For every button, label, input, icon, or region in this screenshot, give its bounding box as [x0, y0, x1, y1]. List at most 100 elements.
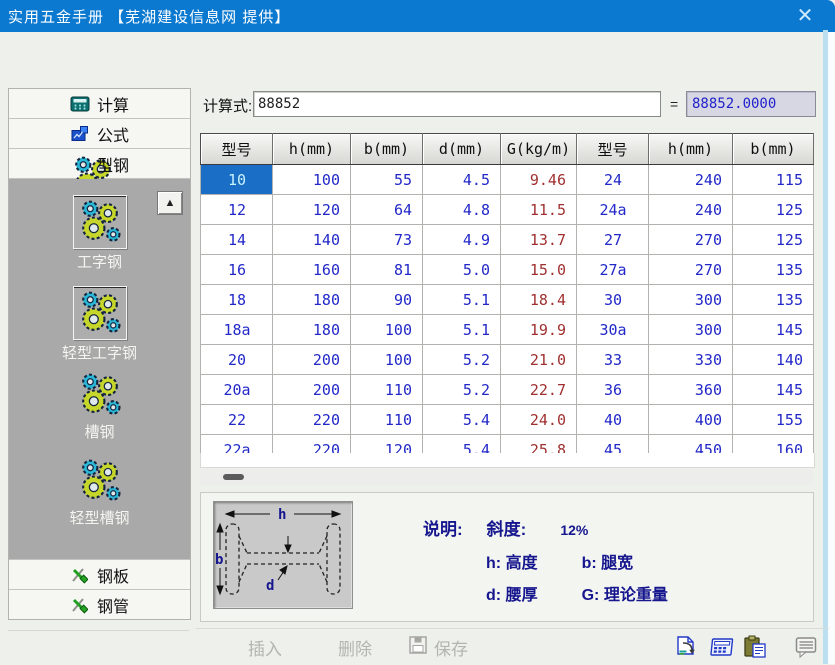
shape-item-label: 轻型工字钢 [9, 342, 190, 363]
table-cell[interactable]: 135 [733, 255, 814, 285]
table-cell[interactable]: 4.8 [423, 195, 501, 225]
table-cell[interactable]: 160 [273, 255, 351, 285]
table-cell[interactable]: 400 [649, 405, 733, 435]
table-cell[interactable]: 100 [351, 345, 423, 375]
sidebar-item-steel-pipe[interactable]: 钢管 [9, 590, 190, 619]
table-cell[interactable]: 33 [577, 345, 649, 375]
table-cell[interactable]: 125 [733, 195, 814, 225]
shape-item-channel-steel[interactable]: 槽钢 [9, 371, 190, 442]
scrollbar-thumb[interactable] [223, 474, 244, 480]
table-cell[interactable]: 110 [351, 375, 423, 405]
table-cell[interactable]: 100 [273, 165, 351, 195]
table-cell[interactable]: 18 [201, 285, 273, 315]
table-cell[interactable]: 180 [273, 315, 351, 345]
table-cell[interactable]: 16 [201, 255, 273, 285]
table-cell[interactable]: 4.9 [423, 225, 501, 255]
table-cell[interactable]: 5.4 [423, 405, 501, 435]
table-cell[interactable]: 64 [351, 195, 423, 225]
table-cell[interactable]: 5.1 [423, 315, 501, 345]
comment-icon[interactable] [794, 635, 819, 659]
table-cell[interactable]: 40 [577, 405, 649, 435]
table-cell[interactable]: 24 [577, 165, 649, 195]
table-cell[interactable]: 20 [201, 345, 273, 375]
table-cell[interactable]: 115 [733, 165, 814, 195]
table-cell[interactable]: 14 [201, 225, 273, 255]
table-cell[interactable]: 5.2 [423, 345, 501, 375]
table-cell[interactable]: 4.5 [423, 165, 501, 195]
table-row: 18a1801005.119.930a300145 [201, 315, 814, 345]
table-cell[interactable]: 300 [649, 315, 733, 345]
table-cell[interactable]: 5.1 [423, 285, 501, 315]
delete-button[interactable]: 删除 [338, 635, 372, 660]
table-cell[interactable]: 200 [273, 345, 351, 375]
sidebar-item-section-steel[interactable]: 型钢 [9, 149, 190, 179]
table-cell[interactable]: 330 [649, 345, 733, 375]
table-cell[interactable]: 27 [577, 225, 649, 255]
paste-icon[interactable] [743, 635, 768, 659]
table-cell[interactable]: 155 [733, 405, 814, 435]
table-cell[interactable]: 100 [351, 315, 423, 345]
table-cell[interactable]: 9.46 [501, 165, 577, 195]
shape-item-i-beam[interactable]: 工字钢 [9, 195, 190, 272]
table-cell[interactable]: 220 [273, 405, 351, 435]
shape-item-light-channel-steel[interactable]: 轻型槽钢 [9, 457, 190, 528]
table-cell[interactable]: 55 [351, 165, 423, 195]
insert-button[interactable]: 插入 [248, 635, 282, 660]
table-cell[interactable]: 19.9 [501, 315, 577, 345]
table-cell[interactable]: 36 [577, 375, 649, 405]
table-cell[interactable]: 81 [351, 255, 423, 285]
table-cell[interactable]: 180 [273, 285, 351, 315]
table-cell[interactable]: 22.7 [501, 375, 577, 405]
table-cell[interactable]: 145 [733, 315, 814, 345]
table-cell[interactable]: 20a [201, 375, 273, 405]
table-cell[interactable]: 145 [733, 375, 814, 405]
sidebar-item-label: 公式 [97, 122, 129, 146]
table-cell[interactable]: 270 [649, 255, 733, 285]
sidebar-item-calculate[interactable]: 计算 [9, 89, 190, 119]
table-cell[interactable]: 120 [273, 195, 351, 225]
table-cell[interactable]: 270 [649, 225, 733, 255]
table-cell[interactable]: 18a [201, 315, 273, 345]
table-cell[interactable]: 5.2 [423, 375, 501, 405]
table-cell[interactable]: 140 [733, 345, 814, 375]
export-page-icon[interactable] [675, 635, 700, 659]
table-cell[interactable]: 240 [649, 165, 733, 195]
table-cell[interactable]: 140 [273, 225, 351, 255]
sidebar-item-formula[interactable]: 公式 [9, 119, 190, 149]
table-cell[interactable]: 240 [649, 195, 733, 225]
table-cell[interactable]: 18.4 [501, 285, 577, 315]
table-cell[interactable]: 300 [649, 285, 733, 315]
sidebar-item-steel-plate[interactable]: 钢板 [9, 560, 190, 590]
table-cell[interactable]: 30 [577, 285, 649, 315]
table-cell[interactable]: 200 [273, 375, 351, 405]
formula-input[interactable] [253, 91, 661, 117]
table-cell[interactable]: 24a [577, 195, 649, 225]
table-cell[interactable]: 73 [351, 225, 423, 255]
horizontal-scrollbar[interactable] [200, 469, 813, 485]
sidebar-item-label: 型钢 [97, 152, 129, 176]
table-cell[interactable]: 11.5 [501, 195, 577, 225]
table-cell[interactable]: 10 [201, 165, 273, 195]
legend-key: b: [582, 555, 597, 572]
table-cell[interactable]: 22 [201, 405, 273, 435]
table-cell[interactable]: 360 [649, 375, 733, 405]
table-cell[interactable]: 5.0 [423, 255, 501, 285]
table-cell[interactable]: 135 [733, 285, 814, 315]
table-cell[interactable]: 110 [351, 405, 423, 435]
table-cell[interactable]: 13.7 [501, 225, 577, 255]
close-icon[interactable]: ✕ [791, 3, 819, 29]
table-cell[interactable]: 125 [733, 225, 814, 255]
table-header-cell: 型号 [201, 134, 273, 165]
table-cell[interactable]: 24.0 [501, 405, 577, 435]
table-cell[interactable]: 12 [201, 195, 273, 225]
steel-table: 型号h(mm)b(mm)d(mm)G(kg/m)型号h(mm)b(mm) 101… [200, 133, 814, 465]
gears-icon [73, 195, 127, 249]
table-cell[interactable]: 90 [351, 285, 423, 315]
table-cell[interactable]: 27a [577, 255, 649, 285]
table-cell[interactable]: 30a [577, 315, 649, 345]
table-cell[interactable]: 21.0 [501, 345, 577, 375]
calculator-tool-icon[interactable] [709, 635, 734, 659]
save-button[interactable]: 保存 [408, 635, 468, 660]
table-cell[interactable]: 15.0 [501, 255, 577, 285]
shape-item-light-i-beam[interactable]: 轻型工字钢 [9, 286, 190, 363]
